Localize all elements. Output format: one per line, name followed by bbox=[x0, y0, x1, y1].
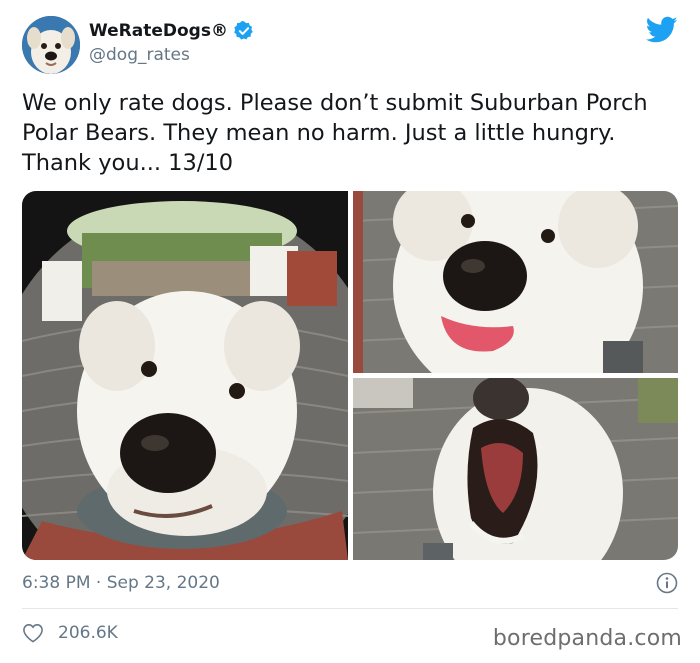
info-icon[interactable] bbox=[656, 572, 678, 594]
divider bbox=[22, 608, 678, 609]
tweet-meta-row: 6:38 PM · Sep 23, 2020 bbox=[22, 570, 678, 596]
like-button[interactable]: 206.6K bbox=[22, 623, 118, 643]
author-handle[interactable]: @dog_rates bbox=[89, 45, 190, 65]
tweet-media-grid bbox=[22, 191, 678, 560]
tweet-photo-dog-mouth-open[interactable] bbox=[353, 378, 678, 560]
twitter-bird-icon[interactable] bbox=[645, 16, 678, 44]
tweet-text: We only rate dogs. Please don’t submit S… bbox=[22, 90, 648, 176]
tweet-photo-dog-fisheye[interactable] bbox=[22, 191, 348, 560]
heart-icon bbox=[22, 623, 44, 643]
tweet-timestamp[interactable]: 6:38 PM · Sep 23, 2020 bbox=[22, 573, 220, 593]
tweet-card: WeRateDogs® @dog_rates We only rate dogs… bbox=[0, 0, 700, 663]
verified-badge-icon bbox=[233, 20, 255, 42]
tweet-photo-dog-tongue[interactable] bbox=[353, 191, 678, 373]
author-display-name[interactable]: WeRateDogs® bbox=[89, 21, 228, 41]
like-count: 206.6K bbox=[58, 623, 118, 643]
author-name-row[interactable]: WeRateDogs® bbox=[89, 20, 255, 42]
avatar[interactable] bbox=[22, 16, 80, 74]
watermark: boredpanda.com bbox=[492, 626, 682, 651]
